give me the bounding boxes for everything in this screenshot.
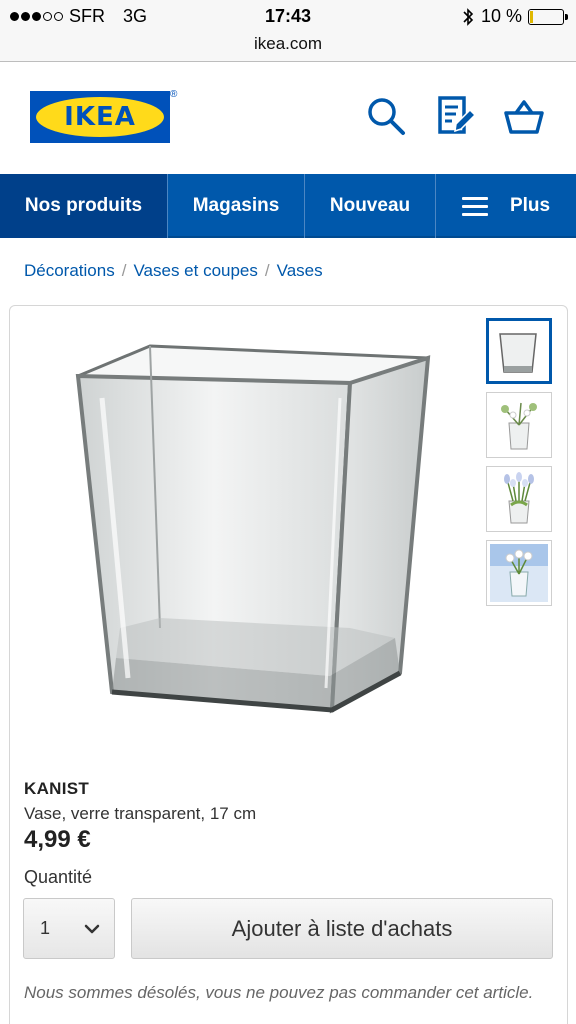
main-nav: Nos produits Magasins Nouveau Plus [0, 174, 576, 238]
breadcrumb-item-vases-et-coupes[interactable]: Vases et coupes [133, 261, 257, 281]
logo-text: IKEA [64, 102, 136, 132]
breadcrumb-item-decorations[interactable]: Décorations [24, 261, 115, 281]
vase-blue-scene-image [490, 544, 548, 602]
nav-item-plus[interactable]: Plus [436, 174, 576, 238]
product-description: Vase, verre transparent, 17 cm [24, 804, 257, 823]
shopping-list-icon[interactable] [434, 94, 478, 138]
thumbnail-strip [486, 318, 552, 614]
product-price: 4,99 € [24, 826, 91, 853]
ikea-logo[interactable]: IKEA [30, 91, 170, 143]
nav-label: Nos produits [24, 195, 143, 216]
product-image[interactable] [50, 328, 450, 748]
unavailable-notice: Nous sommes désolés, vous ne pouvez pas … [24, 983, 534, 1002]
nav-label: Magasins [192, 195, 280, 216]
url-text: ikea.com [253, 34, 323, 53]
breadcrumb-item-vases[interactable]: Vases [277, 261, 323, 281]
site-header: IKEA ® [0, 62, 576, 174]
breadcrumb-separator: / [264, 261, 270, 280]
add-to-shopping-list-button[interactable]: Ajouter à liste d'achats [131, 898, 553, 959]
chevron-down-icon [84, 924, 100, 934]
vase-thumbnail-image [499, 333, 537, 373]
nav-label: Plus [509, 195, 551, 216]
breadcrumb-separator: / [121, 261, 127, 280]
thumbnail-vase[interactable] [486, 318, 552, 384]
nav-label: Nouveau [329, 195, 411, 216]
thumbnail-vase-flowers[interactable] [486, 466, 552, 532]
search-icon[interactable] [364, 94, 408, 138]
product-name: KANIST [24, 779, 90, 798]
registered-mark: ® [170, 89, 178, 100]
breadcrumb: Décorations / Vases et coupes / Vases [24, 261, 323, 281]
status-right: 10 % [461, 6, 568, 27]
quantity-value: 1 [40, 918, 51, 938]
battery-icon [528, 8, 568, 25]
thumbnail-vase-branches[interactable] [486, 392, 552, 458]
nav-item-nos-produits[interactable]: Nos produits [0, 174, 168, 238]
bluetooth-icon [463, 7, 474, 26]
url-bar[interactable]: ikea.com [0, 34, 576, 62]
vase-with-branches-image [501, 402, 537, 450]
battery-percent: 10 % [480, 6, 522, 26]
vase-with-flowers-image [504, 472, 534, 524]
nav-item-magasins[interactable]: Magasins [168, 174, 305, 238]
nav-item-nouveau[interactable]: Nouveau [305, 174, 436, 238]
quantity-select[interactable]: 1 [23, 898, 115, 959]
quantity-label: Quantité [24, 867, 93, 887]
thumbnail-vase-blue-scene[interactable] [486, 540, 552, 606]
cart-icon[interactable] [502, 94, 546, 138]
status-bar: SFR 3G 17:43 10 % [0, 0, 576, 34]
menu-icon [461, 192, 488, 221]
